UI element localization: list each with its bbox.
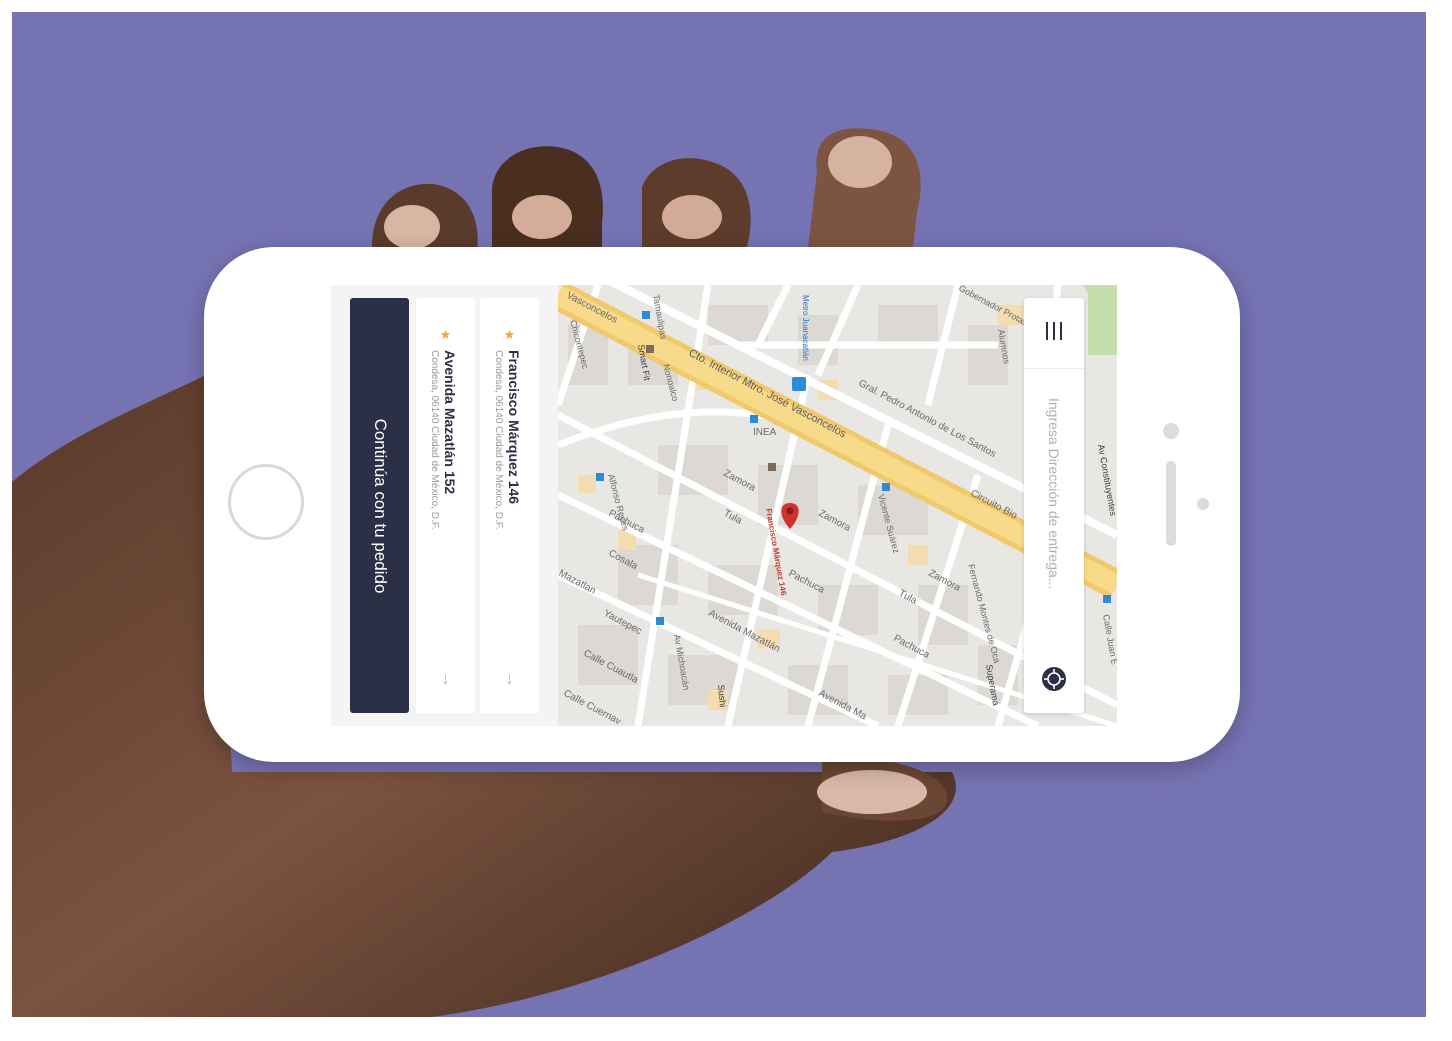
home-button[interactable] — [228, 464, 304, 540]
saved-address-card[interactable]: ★ Avenida Mazatlán 152 Condesa, 06140 Ci… — [416, 298, 475, 713]
camera-icon — [1163, 423, 1179, 439]
search-bar: Ingresa Dirección de entrega... — [1024, 298, 1084, 713]
sensor-dot — [1197, 498, 1209, 510]
arrow-down-icon: ↓ — [505, 668, 514, 688]
address-panel: Continúa con tu pedido ★ Avenida Mazatlá… — [331, 285, 558, 726]
arrow-down-icon: ↓ — [441, 668, 450, 688]
star-icon: ★ — [503, 327, 516, 342]
address-subtitle: Condesa, 06140 Ciudad de México, D.F. — [493, 350, 504, 530]
address-title: Francisco Márquez 146 — [506, 350, 522, 505]
address-title: Avenida Mazatlán 152 — [442, 350, 458, 495]
search-placeholder: Ingresa Dirección de entrega... — [1046, 398, 1062, 590]
locate-icon[interactable] — [1041, 666, 1067, 692]
speaker-grille — [1166, 461, 1176, 546]
svg-text:Metro Juanacatlán: Metro Juanacatlán — [801, 295, 810, 361]
address-subtitle: Condesa, 06140 Ciudad de México, D.F. — [429, 350, 440, 530]
continue-order-button[interactable]: Continúa con tu pedido — [350, 298, 409, 713]
svg-text:INEA: INEA — [753, 427, 777, 438]
star-icon: ★ — [439, 327, 452, 342]
svg-text:Sushi: Sushi — [716, 684, 728, 707]
continue-order-label: Continúa con tu pedido — [370, 418, 390, 593]
menu-icon[interactable] — [1024, 298, 1084, 369]
app-screen: Continúa con tu pedido ★ Avenida Mazatlá… — [331, 285, 1117, 726]
search-input[interactable]: Ingresa Dirección de entrega... — [1024, 368, 1084, 668]
saved-address-card[interactable]: ★ Francisco Márquez 146 Condesa, 06140 C… — [480, 298, 539, 713]
